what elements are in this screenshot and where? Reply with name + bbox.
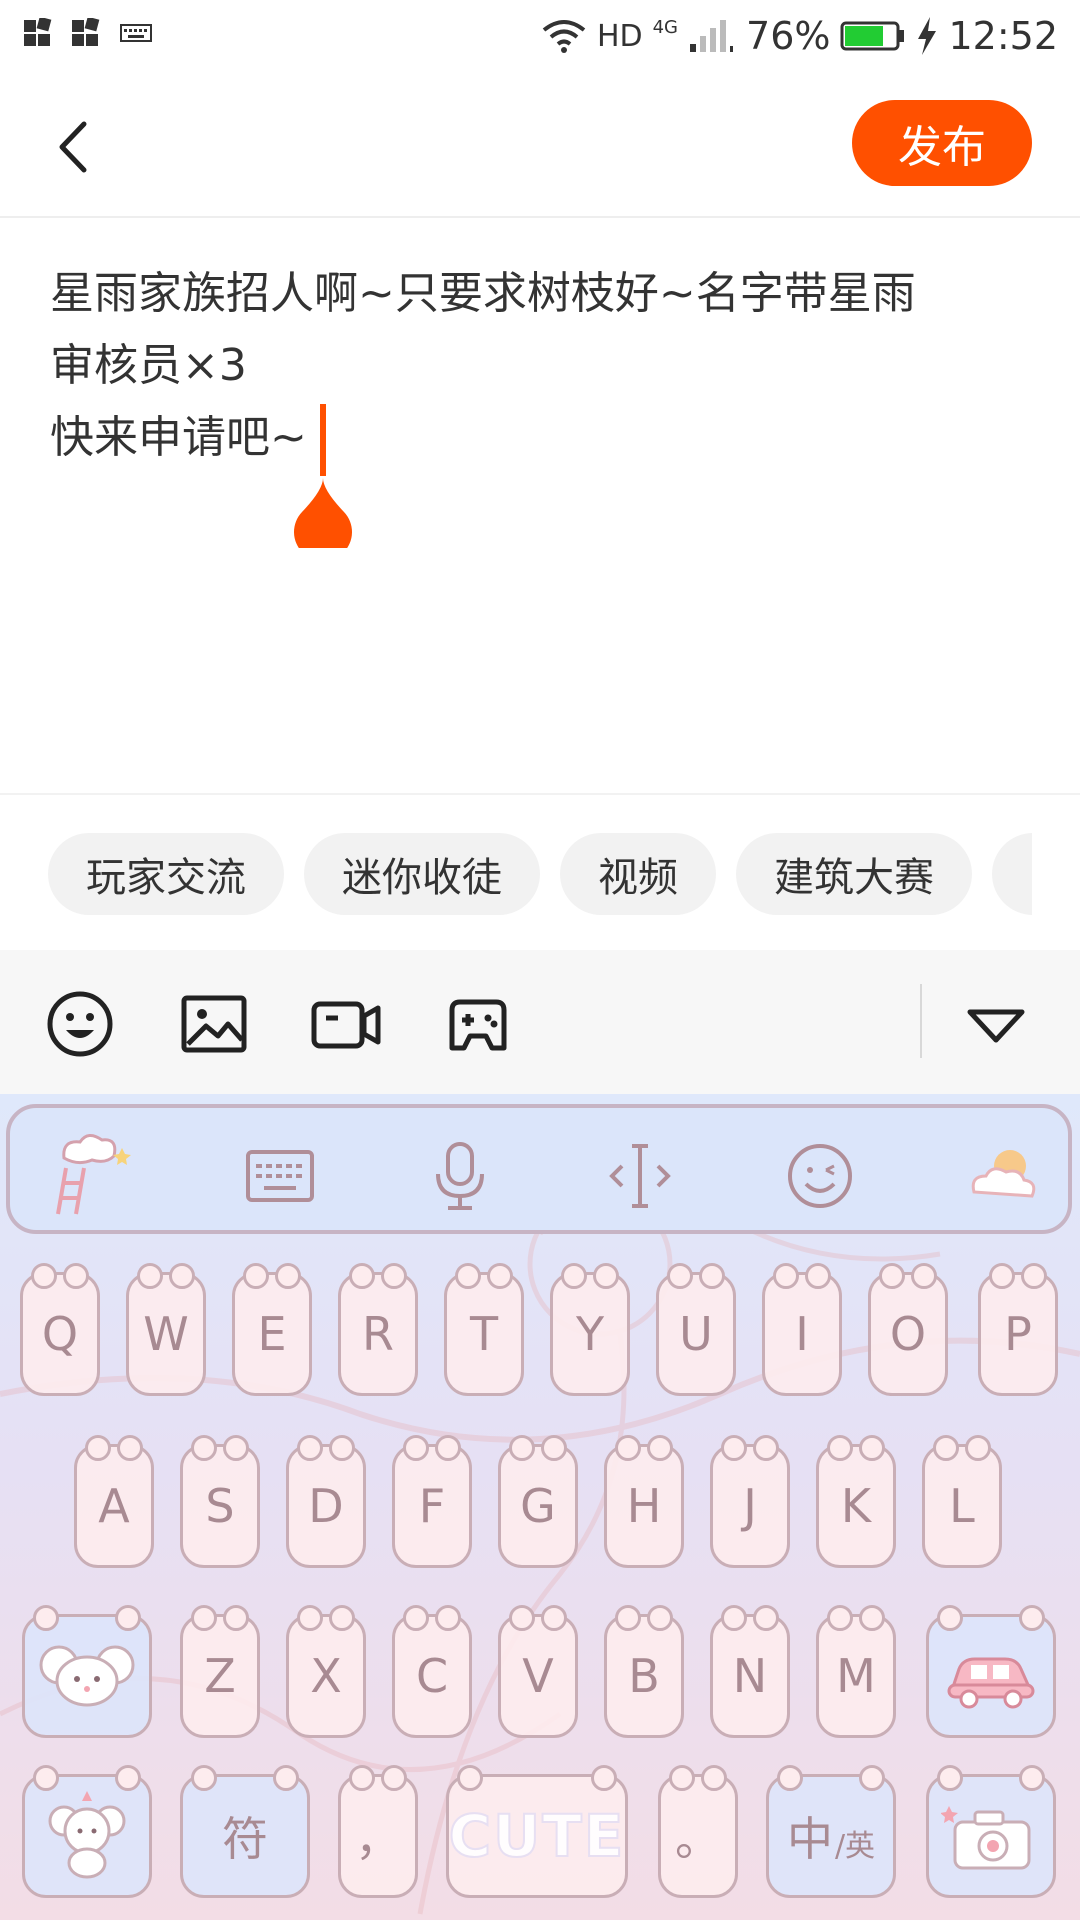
key-o[interactable]: O bbox=[868, 1263, 948, 1396]
key-z[interactable]: Z bbox=[180, 1605, 260, 1738]
key-t[interactable]: T bbox=[444, 1263, 524, 1396]
toolbar-divider bbox=[920, 984, 922, 1058]
key-v[interactable]: V bbox=[498, 1605, 578, 1738]
camera-enter-icon bbox=[941, 1806, 1031, 1870]
battery-icon bbox=[840, 21, 905, 51]
topic-tag[interactable]: 建筑大赛 bbox=[736, 833, 972, 915]
key-u[interactable]: U bbox=[656, 1263, 736, 1396]
battery-percent: 76% bbox=[746, 14, 831, 58]
network-label: HD bbox=[596, 18, 643, 54]
topic-tag-partial[interactable] bbox=[992, 833, 1032, 915]
key-a[interactable]: A bbox=[74, 1435, 154, 1568]
app-notification-icon bbox=[72, 18, 100, 46]
video-icon[interactable] bbox=[310, 988, 382, 1060]
key-g[interactable]: G bbox=[498, 1435, 578, 1568]
keyboard-skin-icon[interactable] bbox=[44, 1128, 134, 1218]
key-r[interactable]: R bbox=[338, 1263, 418, 1396]
space-key[interactable]: CUTE bbox=[446, 1765, 628, 1898]
key-d[interactable]: D bbox=[286, 1435, 366, 1568]
editor-header: 发布 bbox=[0, 72, 1080, 218]
post-text-line: 快来申请吧~ bbox=[50, 412, 307, 463]
key-i[interactable]: I bbox=[762, 1263, 842, 1396]
key-h[interactable]: H bbox=[604, 1435, 684, 1568]
post-text[interactable]: 星雨家族招人啊~只要求树枝好~名字带星雨 审核员×3 快来申请吧~ bbox=[50, 258, 916, 474]
microphone-icon[interactable] bbox=[422, 1138, 498, 1214]
shift-key[interactable] bbox=[22, 1605, 152, 1738]
back-icon[interactable] bbox=[40, 112, 110, 182]
topic-tag[interactable]: 视频 bbox=[560, 833, 716, 915]
game-icon[interactable] bbox=[442, 988, 514, 1060]
key-s[interactable]: S bbox=[180, 1435, 260, 1568]
bear-icon bbox=[48, 1791, 126, 1879]
period-key[interactable]: 。 bbox=[658, 1765, 738, 1898]
language-main-label: 中 bbox=[786, 1812, 833, 1866]
image-icon[interactable] bbox=[178, 988, 250, 1060]
settings-key[interactable] bbox=[22, 1765, 152, 1898]
car-delete-icon bbox=[947, 1657, 1035, 1709]
app-notification-icon bbox=[24, 18, 52, 46]
emoji-icon[interactable] bbox=[44, 988, 116, 1060]
network-type: 4G bbox=[652, 16, 679, 38]
post-text-line: 星雨家族招人啊~只要求树枝好~名字带星雨 bbox=[50, 268, 916, 319]
key-w[interactable]: W bbox=[126, 1263, 206, 1396]
comma-key[interactable]: ， bbox=[338, 1765, 418, 1898]
delete-key[interactable] bbox=[926, 1605, 1056, 1738]
key-y[interactable]: Y bbox=[550, 1263, 630, 1396]
post-text-line: 审核员×3 bbox=[50, 340, 247, 391]
key-m[interactable]: M bbox=[816, 1605, 896, 1738]
topic-tag[interactable]: 迷你收徒 bbox=[304, 833, 540, 915]
wifi-icon bbox=[542, 20, 586, 53]
key-n[interactable]: N bbox=[710, 1605, 790, 1738]
key-c[interactable]: C bbox=[392, 1605, 472, 1738]
mouse-shift-icon bbox=[39, 1645, 135, 1707]
publish-button[interactable]: 发布 bbox=[852, 100, 1032, 186]
enter-key[interactable] bbox=[926, 1765, 1056, 1898]
symbol-key[interactable]: 符 bbox=[180, 1765, 310, 1898]
key-l[interactable]: L bbox=[922, 1435, 1002, 1568]
key-b[interactable]: B bbox=[604, 1605, 684, 1738]
key-f[interactable]: F bbox=[392, 1435, 472, 1568]
key-k[interactable]: K bbox=[816, 1435, 896, 1568]
status-bar: HD 4G 76% 12:52 bbox=[0, 0, 1080, 72]
text-cursor bbox=[320, 404, 326, 476]
language-switch-key[interactable]: 中/英 bbox=[766, 1765, 896, 1898]
keyboard-toolbar bbox=[6, 1104, 1072, 1234]
topic-tag-bar: 玩家交流 迷你收徒 视频 建筑大赛 bbox=[0, 793, 1080, 950]
post-editor[interactable]: 星雨家族招人啊~只要求树枝好~名字带星雨 审核员×3 快来申请吧~ bbox=[0, 218, 1080, 793]
keyboard-notification-icon bbox=[120, 24, 152, 42]
topic-tag[interactable]: 玩家交流 bbox=[48, 833, 284, 915]
weather-theme-icon[interactable] bbox=[960, 1132, 1046, 1218]
key-x[interactable]: X bbox=[286, 1605, 366, 1738]
emoji-panel-icon[interactable] bbox=[782, 1138, 858, 1214]
composer-toolbar bbox=[0, 950, 1080, 1094]
charging-icon bbox=[918, 17, 937, 55]
keyboard-layout-icon[interactable] bbox=[242, 1138, 318, 1214]
clock: 12:52 bbox=[948, 14, 1058, 58]
collapse-icon[interactable] bbox=[960, 988, 1032, 1060]
space-key-label: CUTE bbox=[448, 1801, 626, 1871]
signal-icon bbox=[690, 20, 734, 52]
key-e[interactable]: E bbox=[232, 1263, 312, 1396]
key-j[interactable]: J bbox=[710, 1435, 790, 1568]
language-sub-label: /英 bbox=[834, 1829, 876, 1864]
key-p[interactable]: P bbox=[978, 1263, 1058, 1396]
cursor-handle-icon[interactable] bbox=[292, 476, 354, 548]
cursor-move-icon[interactable] bbox=[602, 1138, 678, 1214]
key-q[interactable]: Q bbox=[20, 1263, 100, 1396]
cute-keyboard: Q W E R T Y U I O P A S D F G H J K L Z … bbox=[0, 1094, 1080, 1920]
